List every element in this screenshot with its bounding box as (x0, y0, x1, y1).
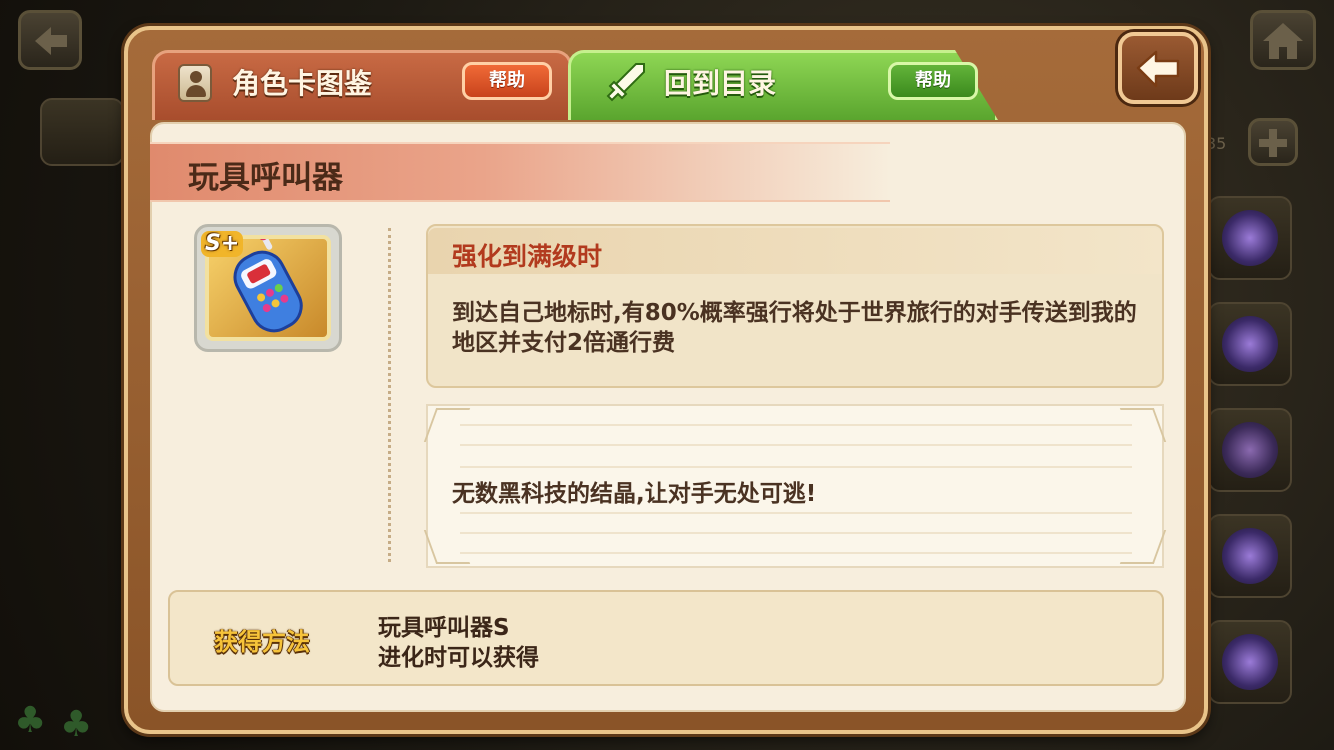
acquire-label: 获得方法 (214, 628, 310, 656)
bg-card-slot (1208, 408, 1292, 492)
bg-back-button (18, 10, 82, 70)
skill-title: 强化到满级时 (452, 242, 603, 271)
skill-description: 到达自己地标时,有80%概率强行将处于世界旅行的对手传送到我的地区并支付2倍通行… (452, 300, 1137, 356)
clover-icon: ♣ (14, 700, 47, 741)
back-arrow-icon (1136, 50, 1180, 88)
bg-home-button (1250, 10, 1316, 70)
bg-avatar (40, 98, 124, 166)
bg-card-slot (1208, 620, 1292, 704)
user-card-icon (178, 64, 212, 102)
card-title: 玩具呼叫器 (188, 160, 343, 196)
acquire-box (168, 590, 1164, 686)
help-button[interactable]: 帮助 (462, 62, 552, 100)
divider (460, 532, 1132, 534)
acquire-line-1: 玩具呼叫器S (378, 615, 510, 641)
card-image: S+ (194, 224, 342, 352)
acquire-line-2: 进化时可以获得 (378, 645, 539, 671)
flavor-text: 无数黑科技的结晶,让对手无处可逃! (452, 481, 817, 507)
divider (460, 552, 1132, 554)
tab-back-to-catalog-label: 回到目录 (664, 67, 777, 100)
bg-card-slot (1208, 514, 1292, 598)
help-button-catalog[interactable]: 帮助 (888, 62, 978, 100)
divider (460, 512, 1132, 514)
bg-plus-button (1248, 118, 1298, 166)
rank-badge: S+ (201, 231, 244, 257)
tab-card-encyclopedia-label: 角色卡图鉴 (232, 67, 373, 100)
divider (460, 444, 1132, 446)
clover-icon: ♣ (60, 704, 93, 745)
bg-card-slot (1208, 302, 1292, 386)
bg-card-slot (1208, 196, 1292, 280)
bg-counter: 35 (1206, 134, 1227, 153)
divider (460, 424, 1132, 426)
divider (388, 228, 391, 562)
sword-icon (606, 63, 645, 102)
divider (460, 466, 1132, 468)
back-button[interactable] (1118, 32, 1198, 104)
